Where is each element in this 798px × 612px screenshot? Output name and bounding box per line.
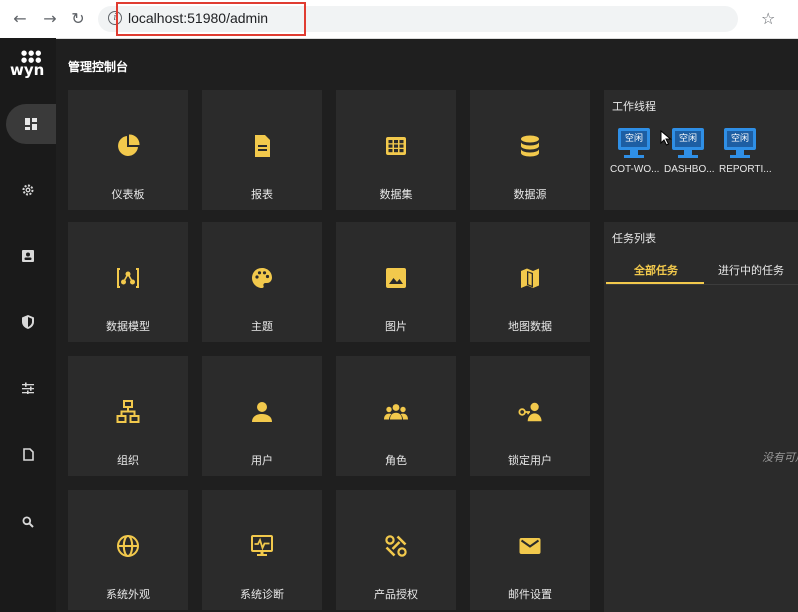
map-icon [470,266,590,294]
monitor-pulse-icon [202,534,322,562]
workers-panel: 工作线程 空闲 空闲 空闲 COT-WO... DASHBO... REPORT… [604,90,798,210]
tile-label: 角色 [385,454,407,467]
sidebar-item-documents[interactable] [0,434,56,474]
tile-label: 数据源 [513,188,547,201]
tile-dashboard[interactable]: 仪表板 [68,90,188,210]
wyn-logo[interactable]: ●●● ●●● wyn [9,48,47,82]
tile-locked-users[interactable]: 锁定用户 [470,356,590,476]
tile-organization[interactable]: 组织 [68,356,188,476]
tile-label: 数据集 [379,188,413,201]
tile-map-data[interactable]: 地图数据 [470,222,590,342]
tile-role[interactable]: 角色 [336,356,456,476]
back-arrow-icon[interactable]: ← [10,9,30,29]
globe-icon [68,534,188,562]
sliders-icon [22,382,34,394]
tile-user[interactable]: 用户 [202,356,322,476]
worker-name: COT-WO... [610,164,660,175]
tile-image[interactable]: 图片 [336,222,456,342]
monitor-icon: 空闲 [672,128,704,150]
worker-monitor[interactable]: 空闲 [618,128,650,158]
tile-label: 图片 [385,320,407,333]
worker-monitor[interactable]: 空闲 [672,128,704,158]
tile-appearance[interactable]: 系统外观 [68,490,188,610]
data-model-icon [68,266,188,294]
tile-label: 邮件设置 [508,588,552,601]
search-icon [22,516,34,528]
contact-card-icon [22,250,34,262]
url-highlight-box [116,2,306,36]
group-icon [336,400,456,428]
gear-icon [22,184,34,196]
tile-label: 系统诊断 [240,588,284,601]
tile-data-model[interactable]: 数据模型 [68,222,188,342]
tab-divider [606,284,798,285]
tile-mail-settings[interactable]: 邮件设置 [470,490,590,610]
tile-label: 仪表板 [111,188,145,201]
tile-label: 组织 [117,454,139,467]
monitor-icon: 空闲 [618,128,650,150]
tile-report[interactable]: 报表 [202,90,322,210]
worker-status: 空闲 [727,131,753,147]
sidebar-item-contacts[interactable] [0,236,56,276]
tab-all-tasks[interactable]: 全部任务 [634,262,678,278]
tile-label: 数据模型 [106,320,150,333]
mail-icon [470,534,590,562]
tile-label: 地图数据 [508,320,552,333]
tasks-panel-title: 任务列表 [612,232,656,245]
monitor-base [624,155,644,158]
palette-icon [202,266,322,294]
forward-arrow-icon[interactable]: → [40,9,60,29]
monitor-base [678,155,698,158]
tile-label: 产品授权 [374,588,418,601]
image-icon [336,266,456,294]
org-chart-icon [68,400,188,428]
worker-name: REPORTI... [719,164,772,175]
empty-state-text: 没有可用 [762,451,798,464]
page-title: 管理控制台 [68,60,129,74]
tile-datasource[interactable]: 数据源 [470,90,590,210]
pie-chart-icon [68,134,188,162]
worker-name: DASHBO... [664,164,715,175]
worker-monitor[interactable]: 空闲 [724,128,756,158]
tile-diagnostics[interactable]: 系统诊断 [202,490,322,610]
monitor-icon: 空闲 [724,128,756,150]
sidebar-item-search[interactable] [0,502,56,542]
star-icon[interactable]: ☆ [761,9,775,28]
sidebar-item-configuration[interactable] [0,368,56,408]
shield-icon [22,315,34,329]
reload-icon[interactable]: ↻ [68,9,88,29]
sidebar-item-security[interactable] [0,302,56,342]
tile-label: 主题 [251,320,273,333]
document-icon [22,447,34,461]
table-icon [336,134,456,162]
monitor-base [730,155,750,158]
database-icon [470,134,590,162]
active-tab-indicator [606,282,704,284]
browser-toolbar: ← → ↻ i localhost:51980/admin ☆ [0,0,798,39]
tile-label: 用户 [251,454,273,467]
worker-status: 空闲 [621,131,647,147]
tile-label: 报表 [251,188,273,201]
workers-panel-title: 工作线程 [612,100,656,113]
user-icon [202,400,322,428]
tile-label: 系统外观 [106,588,150,601]
sidebar-item-dashboard[interactable] [6,104,56,144]
tile-license[interactable]: 产品授权 [336,490,456,610]
license-icon [336,534,456,562]
left-sidebar: ●●● ●●● wyn [0,38,56,612]
document-icon [202,134,322,162]
tile-label: 锁定用户 [508,454,552,467]
locked-user-icon [470,400,590,428]
mouse-cursor-icon [660,130,672,146]
tile-theme[interactable]: 主题 [202,222,322,342]
tab-running-tasks[interactable]: 进行中的任务 [718,262,784,278]
tasks-panel: 任务列表 [604,222,798,612]
sidebar-item-settings[interactable] [0,170,56,210]
tile-dataset[interactable]: 数据集 [336,90,456,210]
logo-text: wyn [10,61,45,79]
dashboard-grid-icon [25,118,37,130]
worker-status: 空闲 [675,131,701,147]
